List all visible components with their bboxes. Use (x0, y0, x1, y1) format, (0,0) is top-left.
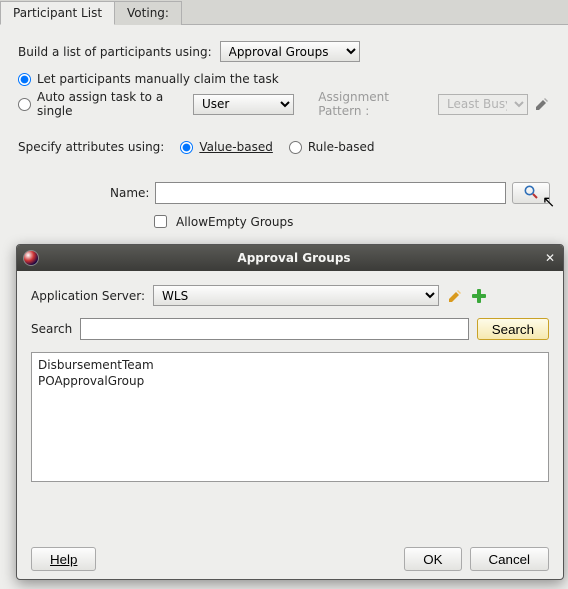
search-button-label: Search (492, 322, 534, 337)
list-item[interactable]: DisbursementTeam (38, 357, 542, 373)
list-item[interactable]: POApprovalGroup (38, 373, 542, 389)
app-server-select[interactable]: WLS (153, 285, 439, 306)
build-list-label: Build a list of participants using: (18, 45, 212, 59)
cancel-button[interactable]: Cancel (470, 547, 550, 571)
ok-button[interactable]: OK (404, 547, 461, 571)
name-input[interactable] (155, 182, 506, 204)
allow-empty-groups-label: AllowEmpty Groups (176, 215, 293, 229)
approval-groups-dialog: Approval Groups ✕ Application Server: WL… (16, 244, 564, 580)
radio-value-based[interactable] (180, 141, 193, 154)
app-icon (23, 250, 39, 266)
app-server-label: Application Server: (31, 289, 145, 303)
radio-rule-based[interactable] (289, 141, 302, 154)
radio-value-based-label: Value-based (199, 140, 273, 154)
dialog-title: Approval Groups (45, 251, 543, 265)
auto-assign-target-select[interactable]: User (193, 94, 294, 115)
radio-manual-claim-label: Let participants manually claim the task (37, 72, 279, 86)
plus-icon[interactable] (471, 288, 487, 304)
dialog-titlebar[interactable]: Approval Groups ✕ (17, 245, 563, 271)
radio-auto-assign-label: Auto assign task to a single (37, 90, 187, 118)
pencil-icon[interactable] (447, 288, 463, 304)
close-icon[interactable]: ✕ (543, 251, 557, 265)
tabs: Participant List Voting: (0, 0, 568, 25)
specify-attributes-label: Specify attributes using: (18, 140, 164, 154)
assignment-pattern-label: Assignment Pattern : (318, 90, 432, 118)
assignment-pattern-select: Least Busy (438, 94, 528, 115)
allow-empty-groups-checkbox[interactable] (154, 215, 167, 228)
search-button[interactable]: Search (477, 318, 549, 340)
radio-auto-assign[interactable] (18, 98, 31, 111)
results-list[interactable]: DisbursementTeam POApprovalGroup (31, 352, 549, 482)
ok-button-label: OK (423, 552, 442, 567)
radio-rule-based-label: Rule-based (308, 140, 375, 154)
tab-voting-label: Voting: (127, 6, 169, 20)
cancel-button-label: Cancel (489, 552, 531, 567)
build-list-select[interactable]: Approval Groups (220, 41, 360, 62)
search-label: Search (31, 322, 72, 336)
help-button[interactable]: Help (31, 547, 96, 571)
name-field-label: Name: (110, 186, 149, 200)
search-icon (523, 184, 539, 203)
name-search-button[interactable] (512, 182, 550, 204)
pencil-icon[interactable] (534, 96, 550, 112)
tab-voting[interactable]: Voting: (114, 1, 182, 25)
help-button-label: Help (50, 552, 77, 567)
tab-participant-list-label: Participant List (13, 6, 102, 20)
tab-participant-list[interactable]: Participant List (0, 1, 115, 25)
search-input[interactable] (80, 318, 469, 340)
radio-manual-claim[interactable] (18, 73, 31, 86)
